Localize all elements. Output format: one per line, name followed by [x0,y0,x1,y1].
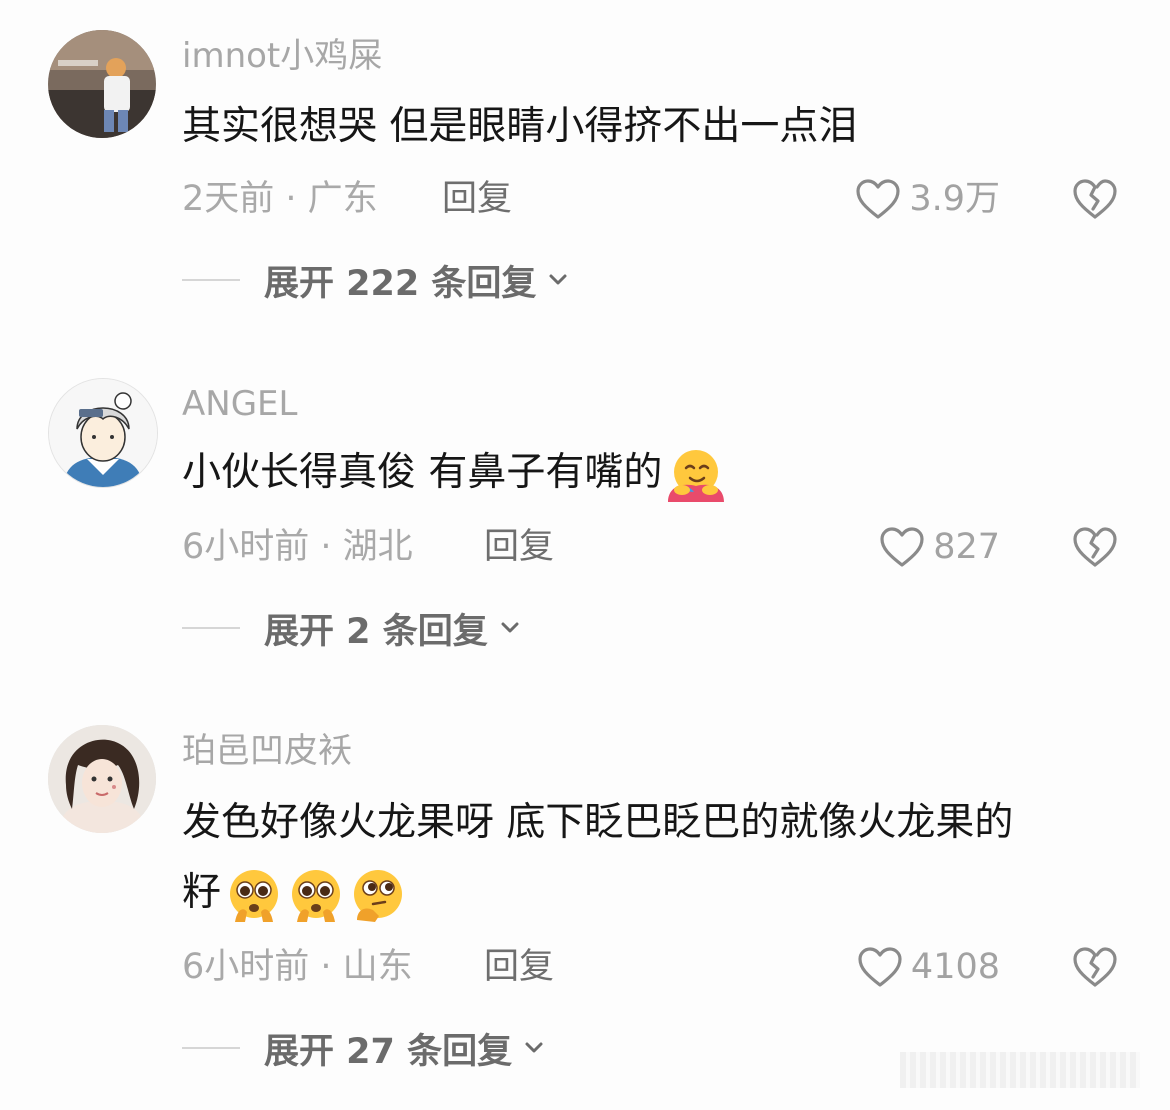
reply-button[interactable]: 回复 [442,177,512,221]
time-location: 2天前 · 广东 [182,179,378,219]
expand-replies-label: 展开 222 条回复 [264,263,537,304]
divider [182,1047,240,1049]
broken-heart-icon [1073,947,1117,987]
avatar[interactable] [48,725,156,833]
like-count: 3.9万 [909,179,1000,219]
like-button[interactable]: 4108 [857,945,1000,989]
username[interactable]: imnot小鸡屎 [182,36,382,76]
pleading-face-emoji [287,866,345,924]
username[interactable]: 珀邑凹皮袄 [182,731,352,771]
like-button[interactable]: 3.9万 [855,177,1000,221]
watermark [900,1052,1140,1088]
dislike-button[interactable] [1072,177,1118,221]
expand-replies-button[interactable]: 展开 222 条回复 [182,258,570,304]
dislike-button[interactable] [1072,945,1118,989]
chevron-down-icon [525,1042,543,1053]
broken-heart-icon [1073,527,1117,567]
comment-text-content: 籽 [182,870,222,915]
time-location: 6小时前 · 湖北 [182,527,413,567]
heart-icon [880,527,924,567]
comment-text-line-1: 发色好像火龙果呀 底下眨巴眨巴的就像火龙果的 [182,800,1014,845]
expand-replies-label: 展开 27 条回复 [264,1031,513,1072]
divider [182,627,240,629]
chevron-down-icon [501,622,519,633]
hugging-face-emoji [666,446,725,504]
comment-text: 小伙长得真俊 有鼻子有嘴的 [182,438,1142,508]
comment-text: 其实很想哭 但是眼睛小得挤不出一点泪 [182,104,858,149]
reply-button[interactable]: 回复 [484,945,554,989]
like-count: 4108 [910,947,1000,987]
pleading-face-emoji [225,866,283,924]
thinking-face-emoji [349,866,407,924]
expand-replies-label: 展开 2 条回复 [264,611,488,652]
expand-replies-button[interactable]: 展开 2 条回复 [182,606,522,652]
broken-heart-icon [1073,179,1117,219]
dislike-button[interactable] [1072,525,1118,569]
like-count: 827 [933,527,1000,567]
like-button[interactable]: 827 [879,525,1000,569]
comment-text-line-2: 籽 [182,858,1142,928]
reply-button[interactable]: 回复 [484,525,554,569]
expand-replies-button[interactable]: 展开 27 条回复 [182,1026,546,1072]
avatar[interactable] [48,378,158,488]
comment-text-content: 小伙长得真俊 有鼻子有嘴的 [182,450,663,495]
username[interactable]: ANGEL [182,384,297,424]
time-location: 6小时前 · 山东 [182,947,413,987]
chevron-down-icon [549,274,567,285]
heart-icon [856,179,900,219]
heart-icon [858,947,902,987]
divider [182,279,240,281]
avatar[interactable] [48,30,156,138]
